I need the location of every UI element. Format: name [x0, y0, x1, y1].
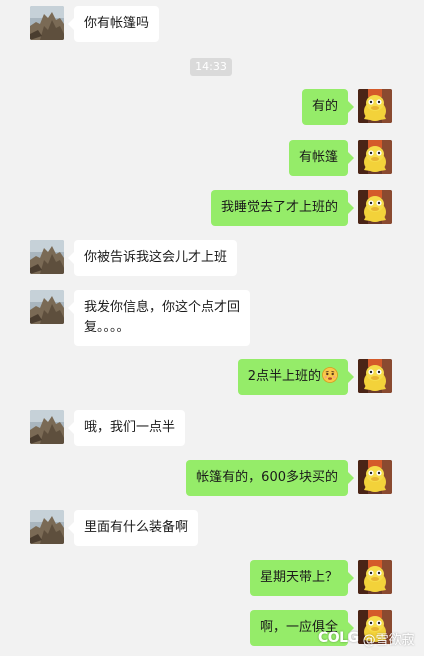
mountain-avatar-icon[interactable] — [30, 6, 64, 40]
window-edge — [418, 0, 424, 656]
watermark-logo: COLG — [318, 630, 359, 646]
watermark: COLG @雪欲寂 — [318, 626, 415, 650]
cartoon-duck-avatar-icon[interactable] — [358, 89, 392, 123]
message-bubble[interactable]: 你有帐篷吗 — [67, 6, 160, 42]
timestamp: 14:33 — [190, 58, 232, 76]
message-bubble[interactable]: 有的 — [301, 89, 355, 125]
message-bubble[interactable]: 你被告诉我这会儿才上班 — [67, 240, 238, 276]
worried-face-emoji-icon — [322, 367, 338, 383]
mountain-avatar-icon[interactable] — [30, 510, 64, 544]
chat-window[interactable]: 你有帐篷吗 14:33 有的 有帐篷 我睡觉去了才上班的 你被告诉我这会儿才上班… — [0, 0, 424, 656]
message-bubble[interactable]: 哦，我们一点半 — [67, 410, 186, 446]
message-bubble[interactable]: 里面有什么装备啊 — [67, 510, 199, 546]
mountain-avatar-icon[interactable] — [30, 240, 64, 274]
message-text: 2点半上班的 — [247, 369, 321, 384]
cartoon-duck-avatar-icon[interactable] — [358, 560, 392, 594]
message-line: 我发你信息，你这个点才回 — [84, 300, 241, 315]
message-bubble[interactable]: 有帐篷 — [288, 140, 355, 176]
message-bubble[interactable]: 我睡觉去了才上班的 — [210, 190, 355, 226]
cartoon-duck-avatar-icon[interactable] — [358, 190, 392, 224]
message-bubble[interactable]: 2点半上班的 — [237, 359, 355, 395]
message-line: 复。。。。 — [84, 320, 130, 335]
message-bubble[interactable]: 我发你信息，你这个点才回 复。。。。 — [67, 290, 251, 346]
mountain-avatar-icon[interactable] — [30, 410, 64, 444]
message-bubble[interactable]: 帐篷有的，600多块买的 — [186, 460, 354, 496]
message-bubble[interactable]: 星期天带上？ — [249, 560, 355, 596]
cartoon-duck-avatar-icon[interactable] — [358, 140, 392, 174]
mountain-avatar-icon[interactable] — [30, 290, 64, 324]
cartoon-duck-avatar-icon[interactable] — [358, 460, 392, 494]
cartoon-duck-avatar-icon[interactable] — [358, 359, 392, 393]
watermark-handle: @雪欲寂 — [362, 632, 415, 648]
